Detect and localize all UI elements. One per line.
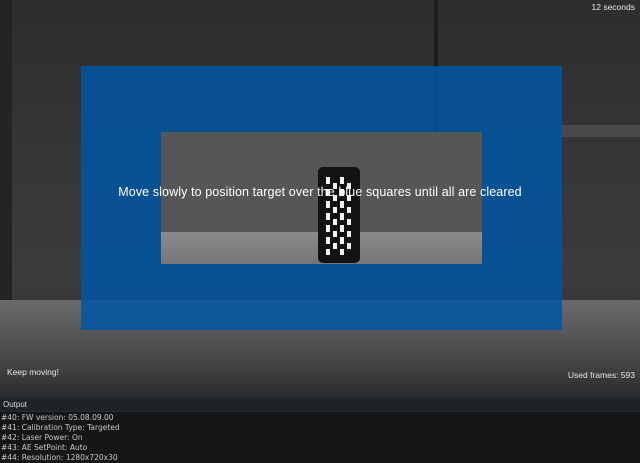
- log-line: #43: AE SetPoint: Auto: [1, 443, 88, 452]
- elapsed-timer: 12 seconds: [591, 2, 635, 12]
- log-line: #42: Laser Power: On: [1, 433, 83, 442]
- background-panel-left: [0, 0, 12, 330]
- output-log[interactable]: #40: FW version: 05.08.09.00 #41: Calibr…: [0, 412, 640, 463]
- background-shelf: [560, 125, 640, 137]
- output-panel[interactable]: Output #40: FW version: 05.08.09.00 #41:…: [0, 397, 640, 462]
- calibration-target: [318, 167, 360, 263]
- log-line: #41: Calibration Type: Targeted: [1, 423, 120, 432]
- log-line: #40: FW version: 05.08.09.00: [1, 413, 114, 422]
- calibration-instruction: Move slowly to position target over the …: [118, 185, 522, 199]
- status-message: Keep moving!: [7, 367, 59, 377]
- camera-view: Move slowly to position target over the …: [0, 0, 640, 397]
- log-line: #44: Resolution: 1280x720x30: [1, 453, 118, 462]
- used-frames-counter: Used frames: 593: [567, 370, 635, 380]
- output-panel-title: Output: [0, 398, 640, 412]
